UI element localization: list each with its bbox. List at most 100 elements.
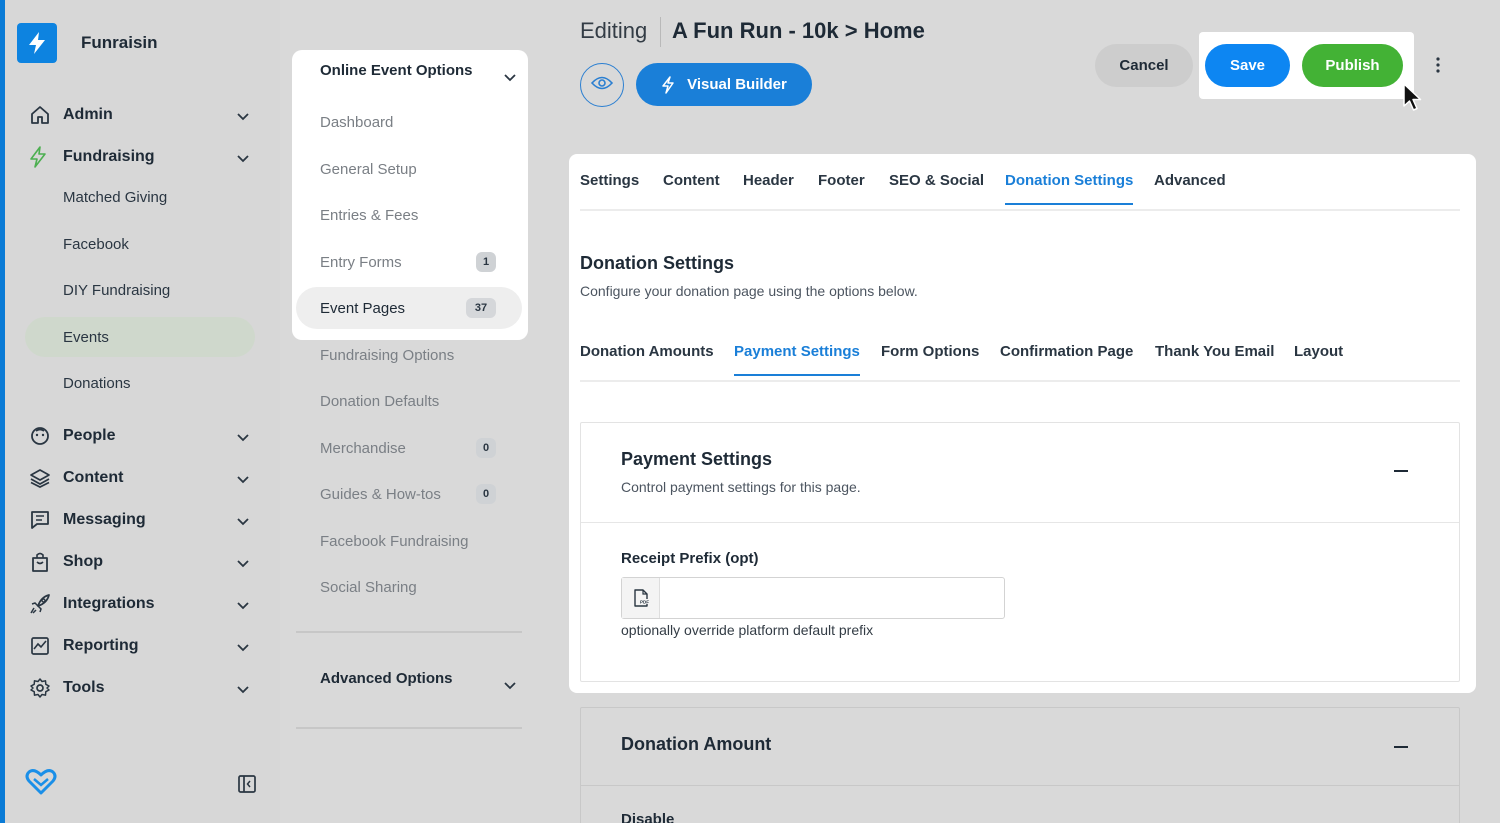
- nav-item-integrations[interactable]: Integrations: [25, 584, 255, 624]
- section-description: Configure your donation page using the o…: [580, 283, 918, 299]
- chevron-down-icon: [237, 639, 249, 657]
- subpanel-heading[interactable]: Online Event Options: [320, 62, 473, 79]
- layers-icon: [29, 467, 59, 489]
- subtab-donation-amounts[interactable]: Donation Amounts: [580, 343, 714, 374]
- tab-donation-settings[interactable]: Donation Settings: [1005, 172, 1134, 205]
- nav-item-people[interactable]: People: [25, 416, 255, 456]
- preview-button[interactable]: [580, 63, 624, 107]
- subpanel-item-donation-defaults[interactable]: Donation Defaults: [296, 380, 522, 422]
- subtab-confirmation-page[interactable]: Confirmation Page: [1000, 343, 1133, 374]
- subtab-payment-settings[interactable]: Payment Settings: [734, 343, 860, 376]
- chart-icon: [29, 635, 59, 657]
- heart-logo-icon: [25, 768, 57, 801]
- receipt-prefix-field: PDF: [621, 577, 1005, 619]
- home-icon: [29, 104, 59, 126]
- funraisin-logo-icon: [17, 23, 57, 63]
- subtab-layout[interactable]: Layout: [1294, 343, 1343, 374]
- rocket-icon: [29, 593, 59, 615]
- collapse-sidebar-icon[interactable]: [237, 774, 257, 799]
- nav-item-label: Messaging: [63, 511, 146, 528]
- gear-icon: [29, 677, 59, 699]
- tab-settings[interactable]: Settings: [580, 172, 639, 203]
- nav-item-reporting[interactable]: Reporting: [25, 626, 255, 666]
- pdf-file-icon: PDF: [622, 578, 660, 618]
- chevron-down-icon: [237, 429, 249, 447]
- sidebar: Funraisin Admin Fundraising Matched Givi…: [5, 0, 280, 823]
- cancel-button[interactable]: Cancel: [1095, 44, 1193, 87]
- nav-item-label: People: [63, 427, 116, 444]
- nav-item-label: Shop: [63, 553, 103, 570]
- collapse-minus-icon[interactable]: [1394, 746, 1408, 748]
- nav-item-content[interactable]: Content: [25, 458, 255, 498]
- chevron-down-icon[interactable]: [504, 677, 516, 695]
- nav-item-fundraising[interactable]: Fundraising: [25, 137, 255, 177]
- divider: [581, 785, 1459, 786]
- nav-item-tools[interactable]: Tools: [25, 668, 255, 708]
- subtab-form-options[interactable]: Form Options: [881, 343, 979, 374]
- collapse-minus-icon[interactable]: [1394, 470, 1408, 472]
- chevron-down-icon: [237, 150, 249, 168]
- chevron-down-icon[interactable]: [504, 69, 516, 87]
- tab-seo-social[interactable]: SEO & Social: [889, 172, 984, 203]
- chevron-down-icon: [237, 108, 249, 126]
- brand[interactable]: Funraisin: [17, 23, 158, 63]
- nav-item-admin[interactable]: Admin: [25, 95, 255, 135]
- subpanel-item-dashboard[interactable]: Dashboard: [296, 101, 522, 143]
- settings-tabs: Settings Content Header Footer SEO & Soc…: [580, 166, 1460, 211]
- subpanel-item-fundraising-options[interactable]: Fundraising Options: [296, 334, 522, 376]
- nav-sub-facebook[interactable]: Facebook: [25, 224, 255, 264]
- page-title: A Fun Run - 10k > Home: [672, 18, 925, 43]
- nav-item-messaging[interactable]: Messaging: [25, 500, 255, 540]
- nav-sub-diy-fundraising[interactable]: DIY Fundraising: [25, 270, 255, 310]
- donation-amount-panel: [580, 707, 1460, 823]
- bag-icon: [29, 551, 59, 573]
- subpanel-item-general-setup[interactable]: General Setup: [296, 148, 522, 190]
- nav-item-label: Content: [63, 469, 124, 486]
- subpanel-item-guides[interactable]: Guides & How-tos 0: [296, 473, 522, 515]
- nav-sub-events[interactable]: Events: [25, 317, 255, 357]
- chevron-down-icon: [237, 597, 249, 615]
- mouse-cursor-icon: [1403, 83, 1423, 118]
- nav-item-label: Integrations: [63, 595, 155, 612]
- section-title: Donation Settings: [580, 253, 734, 273]
- divider: [296, 727, 522, 729]
- count-badge: 1: [476, 252, 496, 272]
- tab-advanced[interactable]: Advanced: [1154, 172, 1226, 203]
- nav-item-label: Fundraising: [63, 148, 155, 165]
- subpanel-item-event-pages[interactable]: Event Pages 37: [296, 287, 522, 329]
- advanced-options-heading[interactable]: Advanced Options: [320, 670, 453, 687]
- nav-item-label: Reporting: [63, 637, 139, 654]
- receipt-prefix-help: optionally override platform default pre…: [621, 622, 874, 638]
- subpanel-item-entries-fees[interactable]: Entries & Fees: [296, 194, 522, 236]
- more-options-icon[interactable]: [1428, 55, 1448, 80]
- subpanel-item-social-sharing[interactable]: Social Sharing: [296, 566, 522, 608]
- receipt-prefix-input[interactable]: [660, 578, 1004, 618]
- editing-label: Editing: [580, 18, 648, 43]
- payment-settings-description: Control payment settings for this page.: [621, 479, 861, 495]
- message-icon: [29, 509, 59, 531]
- receipt-prefix-label: Receipt Prefix (opt): [621, 550, 759, 567]
- save-button[interactable]: Save: [1205, 44, 1290, 87]
- bolt-icon: [29, 146, 59, 168]
- subpanel-item-merchandise[interactable]: Merchandise 0: [296, 427, 522, 469]
- visual-builder-button[interactable]: Visual Builder: [636, 63, 812, 106]
- subpanel-item-facebook-fundraising[interactable]: Facebook Fundraising: [296, 520, 522, 562]
- subtab-thank-you-email[interactable]: Thank You Email: [1155, 343, 1274, 374]
- tab-footer[interactable]: Footer: [818, 172, 865, 203]
- subpanel-item-entry-forms[interactable]: Entry Forms 1: [296, 241, 522, 283]
- divider: [296, 631, 522, 633]
- nav-sub-matched-giving[interactable]: Matched Giving: [25, 177, 255, 217]
- title-separator: [660, 17, 661, 47]
- nav-item-label: Tools: [63, 679, 105, 696]
- chevron-down-icon: [237, 471, 249, 489]
- tab-content[interactable]: Content: [663, 172, 720, 203]
- publish-button[interactable]: Publish: [1302, 44, 1403, 87]
- tab-header[interactable]: Header: [743, 172, 794, 203]
- divider: [581, 522, 1459, 523]
- disable-label: Disable: [621, 811, 675, 823]
- chevron-down-icon: [237, 681, 249, 699]
- nav-sub-donations[interactable]: Donations: [25, 363, 255, 403]
- visual-builder-label: Visual Builder: [687, 76, 787, 93]
- chevron-down-icon: [237, 513, 249, 531]
- nav-item-shop[interactable]: Shop: [25, 542, 255, 582]
